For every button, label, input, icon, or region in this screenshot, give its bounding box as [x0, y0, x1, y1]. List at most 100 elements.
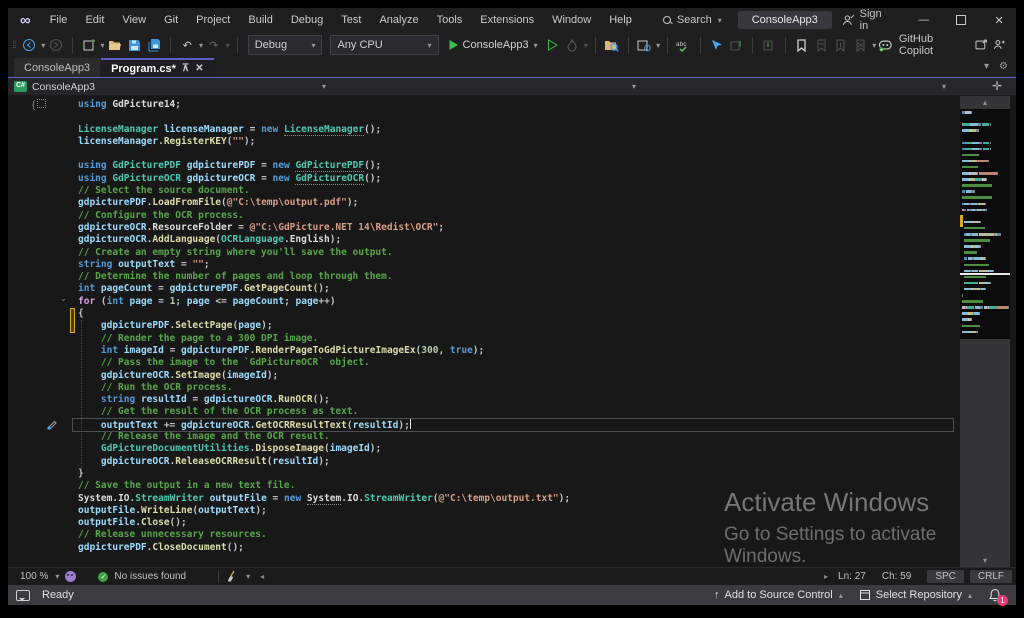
- feedback-icon[interactable]: [993, 39, 1006, 51]
- search-box[interactable]: Search ▾: [655, 12, 730, 28]
- navigate-backward-button[interactable]: [21, 36, 39, 54]
- code-editor[interactable]: using GdPicture14;LicenseManager license…: [8, 96, 1016, 567]
- code-line[interactable]: licenseManager.RegisterKEY("");: [78, 136, 958, 148]
- code-line[interactable]: using GdPicturePDF gdpicturePDF = new Gd…: [78, 160, 958, 172]
- code-line[interactable]: gdpicturePDF.CloseDocument();: [78, 542, 958, 554]
- code-line[interactable]: }: [78, 468, 958, 480]
- column-indicator[interactable]: Ch: 59: [882, 571, 911, 582]
- add-to-source-control-button[interactable]: ↑ Add to Source Control ▴: [714, 589, 843, 601]
- start-without-debugging-button[interactable]: [544, 36, 562, 54]
- new-project-caret-icon[interactable]: ▾: [100, 41, 104, 50]
- menu-item-git[interactable]: Git: [155, 8, 187, 32]
- code-line[interactable]: GdPictureDocumentUtilities.DisposeImage(…: [78, 443, 958, 455]
- menu-item-tools[interactable]: Tools: [428, 8, 472, 32]
- menu-item-help[interactable]: Help: [600, 8, 641, 32]
- split-window-button[interactable]: ✛: [992, 79, 1002, 93]
- navigate-to-cursor-button[interactable]: [708, 36, 726, 54]
- code-line[interactable]: // Render the page to a 300 DPI image.: [78, 333, 958, 345]
- navigate-forward-button[interactable]: [47, 36, 65, 54]
- code-line[interactable]: [78, 148, 958, 160]
- select-repository-button[interactable]: Select Repository ▴: [859, 589, 972, 601]
- menu-item-view[interactable]: View: [113, 8, 155, 32]
- sync-caret-icon[interactable]: ▾: [656, 41, 660, 50]
- code-line[interactable]: // Create an empty string where you'll s…: [78, 247, 958, 259]
- code-line[interactable]: // Determine the number of pages and loo…: [78, 271, 958, 283]
- code-cleanup-button[interactable]: [225, 570, 239, 583]
- code-line[interactable]: string outputText = "";: [78, 259, 958, 271]
- clear-bookmarks-button[interactable]: [852, 36, 870, 54]
- redo-caret-icon[interactable]: ▾: [226, 41, 230, 50]
- sync-with-active-document-button[interactable]: [636, 36, 654, 54]
- menu-item-window[interactable]: Window: [543, 8, 600, 32]
- code-line[interactable]: // Pass the image to the `GdPictureOCR` …: [78, 357, 958, 369]
- notifications-button[interactable]: 1: [988, 588, 1002, 602]
- collapse-region-chevron-icon[interactable]: ⌄: [60, 294, 67, 303]
- redo-button[interactable]: ↷: [205, 36, 223, 54]
- open-file-button[interactable]: [107, 36, 125, 54]
- code-line[interactable]: // Release the image and the OCR result.: [78, 431, 958, 443]
- code-line[interactable]: int imageId = gdpicturePDF.RenderPageToG…: [78, 345, 958, 357]
- code-line[interactable]: outputFile.WriteLine(outputText);: [78, 505, 958, 517]
- code-line[interactable]: // Get the result of the OCR process as …: [78, 406, 958, 418]
- menu-item-extensions[interactable]: Extensions: [471, 8, 543, 32]
- code-text-area[interactable]: using GdPicture14;LicenseManager license…: [8, 96, 958, 567]
- zoom-caret-icon[interactable]: ▾: [55, 572, 59, 581]
- scroll-right-icon[interactable]: ▸: [824, 572, 828, 581]
- navbar-member-caret-icon[interactable]: ▾: [942, 82, 946, 91]
- code-line[interactable]: gdpicturePDF.LoadFromFile(@"C:\temp\outp…: [78, 197, 958, 209]
- tab-programcs[interactable]: Program.cs*⊼✕: [101, 58, 214, 77]
- active-files-chevron-icon[interactable]: ▾: [984, 61, 989, 72]
- undo-button[interactable]: ↶: [178, 36, 196, 54]
- code-line[interactable]: // Release unnecessary resources.: [78, 529, 958, 541]
- code-line[interactable]: gdpictureOCR.SetImage(imageId);: [78, 370, 958, 382]
- code-line[interactable]: [78, 111, 958, 123]
- code-line[interactable]: {: [78, 308, 958, 320]
- save-all-button[interactable]: [146, 36, 164, 54]
- menu-item-edit[interactable]: Edit: [76, 8, 113, 32]
- minimap-scrollbar[interactable]: ▴ ▾: [960, 96, 1010, 567]
- copilot-edit-pencil-icon[interactable]: [46, 418, 58, 430]
- code-line[interactable]: outputText += gdpictureOCR.GetOCRResultT…: [78, 419, 958, 431]
- toggle-bookmark-button[interactable]: [793, 36, 811, 54]
- menu-item-debug[interactable]: Debug: [282, 8, 332, 32]
- code-cleanup-caret-icon[interactable]: ▾: [246, 572, 250, 581]
- find-in-files-button[interactable]: [603, 36, 621, 54]
- code-line[interactable]: gdpictureOCR.ReleaseOCRResult(resultId);: [78, 456, 958, 468]
- code-line[interactable]: // Configure the OCR process.: [78, 210, 958, 222]
- pin-tab-icon[interactable]: ⊼: [182, 63, 189, 74]
- close-tab-icon[interactable]: ✕: [195, 63, 203, 74]
- line-ending-indicator[interactable]: CRLF: [970, 570, 1012, 583]
- menu-item-test[interactable]: Test: [332, 8, 370, 32]
- document-health-label[interactable]: No issues found: [114, 571, 186, 582]
- copilot-status-area[interactable]: GitHub Copilot: [878, 33, 1016, 57]
- scrollbar-down-button[interactable]: ▾: [960, 554, 1010, 567]
- next-bookmark-button[interactable]: [832, 36, 850, 54]
- copilot-status-icon[interactable]: [65, 571, 76, 582]
- minimize-button[interactable]: —: [907, 8, 941, 32]
- code-line[interactable]: gdpictureOCR.AddLanguage(OCRLanguage.Eng…: [78, 234, 958, 246]
- navbar-type-caret-icon[interactable]: ▾: [632, 82, 636, 91]
- menu-item-build[interactable]: Build: [239, 8, 281, 32]
- copilot-chat-icon[interactable]: [975, 39, 988, 51]
- minimap-preview[interactable]: [960, 109, 1010, 339]
- code-line[interactable]: gdpictureOCR.ResourceFolder = @"C:\GdPic…: [78, 222, 958, 234]
- menu-item-analyze[interactable]: Analyze: [370, 8, 427, 32]
- start-debugging-button[interactable]: ConsoleApp3 ▾: [444, 39, 542, 51]
- step-into-button[interactable]: [760, 36, 778, 54]
- navigate-back-caret-icon[interactable]: ▾: [41, 41, 45, 50]
- menu-item-project[interactable]: Project: [187, 8, 239, 32]
- code-line[interactable]: // Save the output in a new text file.: [78, 480, 958, 492]
- code-line[interactable]: gdpicturePDF.SelectPage(page);: [78, 320, 958, 332]
- horizontal-scrollbar[interactable]: ◂ ▸: [256, 572, 832, 581]
- save-button[interactable]: [126, 36, 144, 54]
- hot-reload-caret-icon[interactable]: ▾: [584, 41, 588, 50]
- scroll-left-icon[interactable]: ◂: [260, 572, 264, 581]
- toolbar-drag-handle[interactable]: ⁞⁞: [12, 40, 16, 51]
- code-line[interactable]: using GdPicture14;: [78, 99, 958, 111]
- tab-consoleapp3[interactable]: ConsoleApp3: [14, 58, 100, 77]
- navbar-project-caret-icon[interactable]: ▾: [322, 82, 326, 91]
- spaces-indicator[interactable]: SPC: [927, 570, 964, 583]
- close-button[interactable]: ✕: [982, 8, 1016, 32]
- code-line[interactable]: string resultId = gdpictureOCR.RunOCR();: [78, 394, 958, 406]
- previous-bookmark-button[interactable]: [812, 36, 830, 54]
